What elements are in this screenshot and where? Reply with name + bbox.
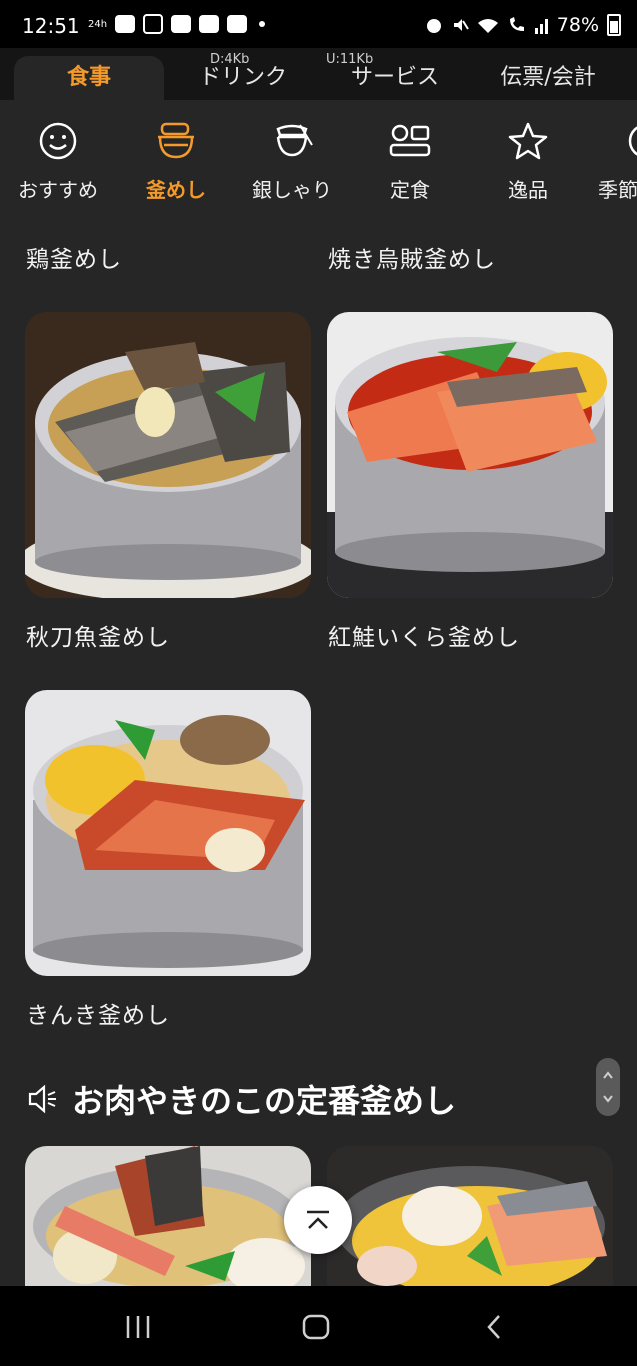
app-icon [227, 15, 248, 33]
youtube-icon [115, 15, 136, 33]
category-kamameshi[interactable]: 釜めし [120, 116, 232, 203]
main-tabs: 食事 ドリンク サービス 伝票/会計 [0, 48, 637, 100]
item-name[interactable]: きんき釜めし [26, 996, 170, 1030]
category-label: 季節 [598, 178, 637, 202]
seasonal-icon [628, 126, 637, 156]
chevron-up-icon [307, 1210, 329, 1229]
category-label: 銀しゃり [252, 178, 332, 202]
more-notifications-icon [259, 21, 266, 27]
status-time: 12:51 [22, 14, 80, 38]
category-ippin[interactable]: 逸品 [472, 116, 584, 203]
item-photo[interactable] [327, 312, 613, 598]
category-label: 定食 [390, 178, 430, 202]
app-icon [199, 15, 220, 33]
menu-list: 鶏釜めし 焼き烏賊釜めし 秋刀魚釜めし 紅鮭いくら釜めし きんき釜めし お肉やき… [0, 236, 637, 1286]
item-name[interactable]: 秋刀魚釜めし [26, 618, 170, 652]
section-header: お肉やきのこの定番釜めし [26, 1076, 456, 1122]
item-name[interactable]: 焼き烏賊釜めし [328, 240, 496, 274]
signal-icon [534, 19, 548, 34]
mute-icon [453, 19, 469, 31]
tab-meal[interactable]: 食事 [14, 56, 164, 100]
wifi-icon [477, 19, 498, 33]
call-icon [509, 17, 524, 31]
battery-icon [607, 14, 621, 36]
item-photo[interactable] [25, 690, 311, 976]
item-name[interactable]: 紅鮭いくら釜めし [328, 618, 520, 652]
net-download: D:4Kb [210, 52, 250, 67]
rice-bowl-icon [276, 124, 313, 157]
home-icon [302, 1314, 330, 1340]
home-button[interactable] [286, 1310, 346, 1344]
recent-apps-button[interactable] [108, 1310, 168, 1344]
category-ginshari[interactable]: 銀しゃり [236, 116, 348, 203]
category-bar: おすすめ 釜めし 銀しゃり 定食 逸品 季節 [0, 100, 637, 236]
tab-bill[interactable]: 伝票/会計 [472, 56, 624, 100]
battery-percent: 78% [556, 14, 599, 36]
category-label: おすすめ [18, 178, 98, 202]
item-photo[interactable] [25, 1146, 311, 1286]
net-upload: U:11Kb [326, 52, 374, 67]
category-recommend[interactable]: おすすめ [2, 116, 114, 203]
alarm-icon [426, 19, 441, 33]
status-bar: 12:51 24h 78% [0, 0, 637, 48]
speaker-icon [28, 1084, 56, 1114]
item-photo[interactable] [327, 1146, 613, 1286]
back-icon [487, 1315, 500, 1339]
back-button[interactable] [464, 1310, 524, 1344]
star-icon [508, 122, 548, 160]
instagram-icon [143, 14, 164, 34]
item-photo[interactable] [25, 312, 311, 598]
category-teishoku[interactable]: 定食 [354, 116, 466, 203]
category-seasonal[interactable]: 季節 [580, 116, 637, 203]
app-icon [171, 15, 192, 33]
smile-icon [39, 122, 77, 160]
recent-apps-icon [126, 1316, 150, 1338]
category-label: 釜めし [146, 178, 206, 202]
set-meal-icon [389, 124, 431, 157]
scroll-to-top-button[interactable] [284, 1186, 352, 1254]
section-title: お肉やきのこの定番釜めし [72, 1082, 457, 1120]
24h-icon: 24h [88, 18, 108, 30]
system-nav-bar [0, 1286, 637, 1366]
category-label: 逸品 [508, 178, 548, 202]
kamameshi-pot-icon [158, 122, 194, 159]
scrollbar-thumb[interactable] [596, 1058, 620, 1116]
item-name[interactable]: 鶏釜めし [26, 240, 122, 274]
